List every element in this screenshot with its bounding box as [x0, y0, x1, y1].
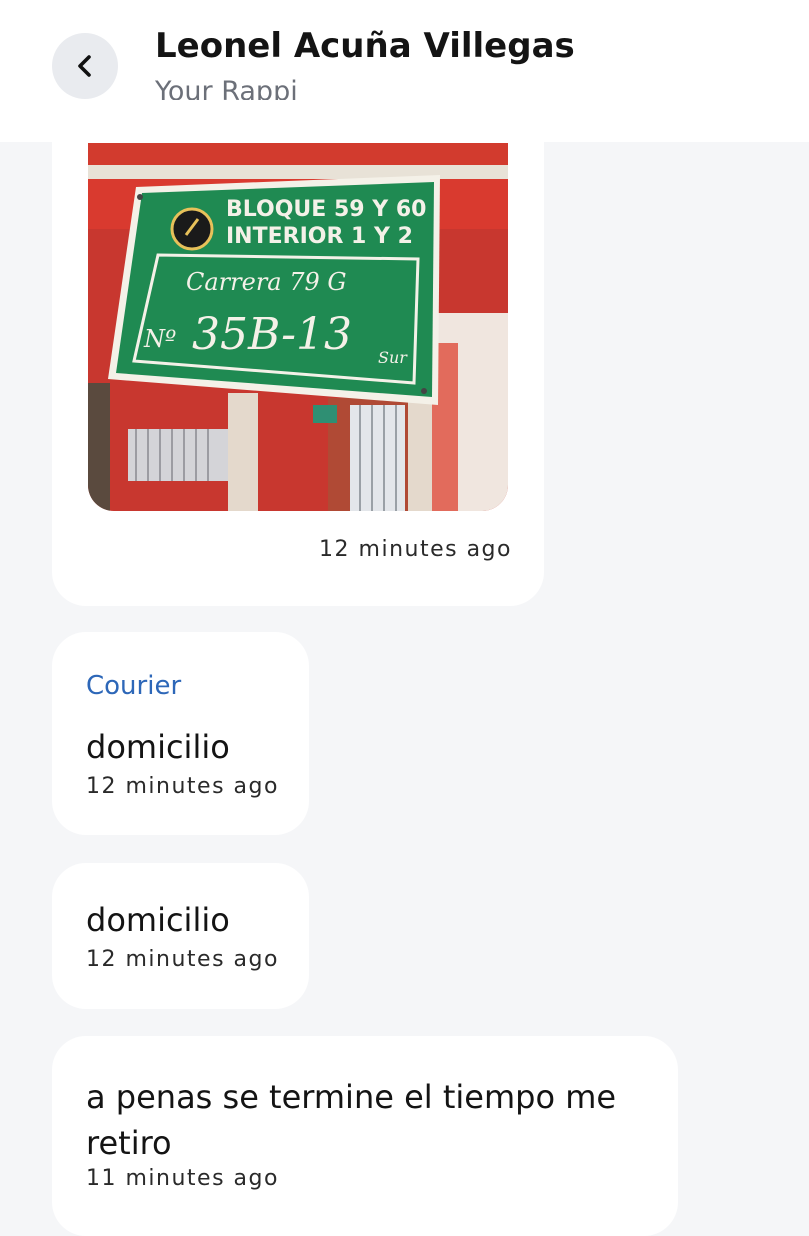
sender-name: Courier — [86, 671, 182, 701]
chevron-left-icon — [78, 55, 91, 77]
back-button[interactable] — [52, 33, 118, 99]
message-text: domicilio — [86, 901, 230, 939]
sign-suffix: Sur — [378, 348, 408, 367]
message-timestamp: 12 minutes ago — [86, 774, 279, 799]
message-timestamp: 12 minutes ago — [86, 947, 279, 972]
sign-street: Carrera 79 G — [186, 268, 347, 296]
message-bubble: Courier domicilio 12 minutes ago — [52, 632, 309, 835]
contact-name: Leonel Acuña Villegas — [155, 26, 575, 66]
message-bubble: a penas se termine el tiempo me retiro 1… — [52, 1036, 678, 1236]
message-bubble: domicilio 12 minutes ago — [52, 863, 309, 1009]
message-text: a penas se termine el tiempo me retiro — [86, 1078, 617, 1162]
image-message-bubble: BLOQUE 59 Y 60 INTERIOR 1 Y 2 Carrera 79… — [52, 100, 544, 606]
sign-number: 35B-13 — [192, 309, 352, 360]
address-sign-image: BLOQUE 59 Y 60 INTERIOR 1 Y 2 Carrera 79… — [88, 143, 508, 511]
message-text: domicilio — [86, 728, 230, 766]
message-timestamp: 12 minutes ago — [319, 537, 512, 562]
message-timestamp: 11 minutes ago — [86, 1166, 279, 1191]
sign-line1: BLOQUE 59 Y 60 — [226, 197, 426, 222]
address-sign-photo[interactable]: BLOQUE 59 Y 60 INTERIOR 1 Y 2 Carrera 79… — [88, 143, 508, 511]
sign-line2: INTERIOR 1 Y 2 — [226, 224, 413, 249]
sign-number-prefix: Nº — [143, 325, 176, 353]
